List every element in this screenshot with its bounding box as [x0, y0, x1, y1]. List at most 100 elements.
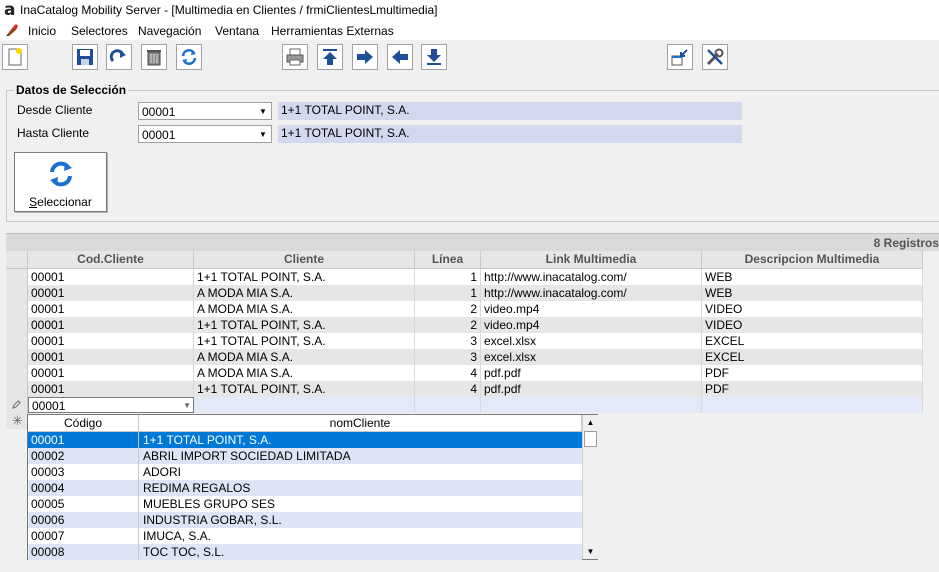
dropdown-scrollbar[interactable]: ▲ ▼: [582, 415, 598, 559]
cell-cod-cliente[interactable]: 00001: [28, 317, 194, 333]
cell-linea[interactable]: 4: [415, 365, 481, 381]
cell-linea[interactable]: 3: [415, 333, 481, 349]
row-selector[interactable]: [6, 301, 28, 317]
cell-cod-cliente[interactable]: 00001: [28, 349, 194, 365]
cell[interactable]: [194, 397, 415, 413]
dropdown-item[interactable]: 00005 MUEBLES GRUPO SES: [28, 496, 582, 512]
col-cod-cliente[interactable]: Cod.Cliente: [28, 251, 194, 269]
row-selector[interactable]: [6, 285, 28, 301]
cell-descripcion-multimedia[interactable]: WEB: [702, 269, 923, 285]
menu-selectores[interactable]: Selectores: [71, 24, 128, 38]
chevron-down-icon[interactable]: ▼: [183, 398, 191, 412]
new-button[interactable]: [2, 44, 28, 70]
cell-linea[interactable]: 2: [415, 317, 481, 333]
edit-row[interactable]: 00001 ▼: [6, 397, 923, 413]
cell-cliente[interactable]: A MODA MIA S.A.: [194, 349, 415, 365]
cell-link-multimedia[interactable]: excel.xlsx: [481, 349, 702, 365]
cell-cod-cliente[interactable]: 00001: [28, 301, 194, 317]
window-arrange-button[interactable]: [667, 44, 693, 70]
scroll-up-icon[interactable]: ▲: [583, 415, 598, 430]
table-row[interactable]: 00001 1+1 TOTAL POINT, S.A. 3 excel.xlsx EXC…: [6, 333, 923, 349]
redo-button[interactable]: [106, 44, 132, 70]
print-button[interactable]: [282, 44, 308, 70]
row-selector[interactable]: [6, 317, 28, 333]
dropdown-item[interactable]: 00003 ADORI: [28, 464, 582, 480]
save-button[interactable]: [72, 44, 98, 70]
first-record-button[interactable]: [317, 44, 343, 70]
cell-link-multimedia[interactable]: excel.xlsx: [481, 333, 702, 349]
previous-record-button[interactable]: [387, 44, 413, 70]
cell-link-multimedia[interactable]: pdf.pdf: [481, 381, 702, 397]
cell-descripcion-multimedia[interactable]: VIDEO: [702, 317, 923, 333]
dropdown-item[interactable]: 00002 ABRIL IMPORT SOCIEDAD LIMITADA: [28, 448, 582, 464]
cell-descripcion-multimedia[interactable]: VIDEO: [702, 301, 923, 317]
cell-cliente[interactable]: 1+1 TOTAL POINT, S.A.: [194, 333, 415, 349]
cell-link-multimedia[interactable]: http://www.inacatalog.com/: [481, 285, 702, 301]
cell[interactable]: [481, 397, 702, 413]
table-row[interactable]: 00001 A MODA MIA S.A. 1 http://www.inacatal…: [6, 285, 923, 301]
edit-cod-cliente-input[interactable]: 00001 ▼: [28, 397, 194, 413]
tools-button[interactable]: [702, 44, 728, 70]
dropdown-item[interactable]: 00007 IMUCA, S.A.: [28, 528, 582, 544]
col-link-multimedia[interactable]: Link Multimedia: [481, 251, 702, 269]
table-row[interactable]: 00001 A MODA MIA S.A. 2 video.mp4 VIDEO: [6, 301, 923, 317]
cell[interactable]: [415, 397, 481, 413]
scroll-thumb[interactable]: [584, 431, 597, 447]
cell-cod-cliente[interactable]: 00001: [28, 333, 194, 349]
row-selector[interactable]: [6, 381, 28, 397]
row-selector[interactable]: [6, 365, 28, 381]
dropdown-item[interactable]: 00008 TOC TOC, S.L.: [28, 544, 582, 560]
dropdown-item-selected[interactable]: 00001 1+1 TOTAL POINT, S.A.: [28, 432, 582, 448]
cell-cliente[interactable]: 1+1 TOTAL POINT, S.A.: [194, 381, 415, 397]
col-descripcion-multimedia[interactable]: Descripcion Multimedia: [702, 251, 923, 269]
delete-button[interactable]: [141, 44, 167, 70]
cell-cod-cliente[interactable]: 00001: [28, 365, 194, 381]
cell-link-multimedia[interactable]: video.mp4: [481, 317, 702, 333]
next-record-button[interactable]: [352, 44, 378, 70]
table-row[interactable]: 00001 A MODA MIA S.A. 4 pdf.pdf PDF: [6, 365, 923, 381]
cell-descripcion-multimedia[interactable]: PDF: [702, 365, 923, 381]
chevron-down-icon[interactable]: ▼: [255, 103, 271, 119]
cell-descripcion-multimedia[interactable]: PDF: [702, 381, 923, 397]
cell-cliente[interactable]: 1+1 TOTAL POINT, S.A.: [194, 269, 415, 285]
row-selector[interactable]: [6, 269, 28, 285]
table-row[interactable]: 00001 1+1 TOTAL POINT, S.A. 4 pdf.pdf PDF: [6, 381, 923, 397]
chevron-down-icon[interactable]: ▼: [255, 126, 271, 142]
refresh-button[interactable]: [176, 44, 202, 70]
desde-cliente-combo[interactable]: 00001 ▼: [138, 102, 272, 120]
menu-navegacion[interactable]: Navegación: [138, 24, 201, 38]
cell-cliente[interactable]: A MODA MIA S.A.: [194, 301, 415, 317]
cell-link-multimedia[interactable]: video.mp4: [481, 301, 702, 317]
table-row[interactable]: 00001 1+1 TOTAL POINT, S.A. 2 video.mp4 VIDE…: [6, 317, 923, 333]
dropdown-item[interactable]: 00004 REDIMA REGALOS: [28, 480, 582, 496]
cliente-dropdown-list[interactable]: Código nomCliente 00001 1+1 TOTAL POINT, …: [27, 414, 598, 560]
paint-brush-icon[interactable]: [4, 22, 20, 38]
row-selector[interactable]: [6, 349, 28, 365]
dropdown-item[interactable]: 00006 INDUSTRIA GOBAR, S.L.: [28, 512, 582, 528]
cell-cliente[interactable]: 1+1 TOTAL POINT, S.A.: [194, 317, 415, 333]
cell-linea[interactable]: 1: [415, 269, 481, 285]
cell-linea[interactable]: 4: [415, 381, 481, 397]
hasta-cliente-combo[interactable]: 00001 ▼: [138, 125, 272, 143]
menu-ventana[interactable]: Ventana: [215, 24, 259, 38]
cell-descripcion-multimedia[interactable]: EXCEL: [702, 333, 923, 349]
cell-cliente[interactable]: A MODA MIA S.A.: [194, 285, 415, 301]
seleccionar-button[interactable]: Seleccionar: [14, 152, 107, 212]
cell-linea[interactable]: 3: [415, 349, 481, 365]
scroll-down-icon[interactable]: ▼: [583, 544, 598, 559]
cell-linea[interactable]: 1: [415, 285, 481, 301]
table-row[interactable]: 00001 1+1 TOTAL POINT, S.A. 1 http://www.in…: [6, 269, 923, 285]
cell-descripcion-multimedia[interactable]: EXCEL: [702, 349, 923, 365]
last-record-button[interactable]: [421, 44, 447, 70]
menu-inicio[interactable]: Inicio: [28, 24, 56, 38]
cell-link-multimedia[interactable]: pdf.pdf: [481, 365, 702, 381]
cell[interactable]: [702, 397, 923, 413]
cell-cod-cliente[interactable]: 00001: [28, 381, 194, 397]
cell-descripcion-multimedia[interactable]: WEB: [702, 285, 923, 301]
col-linea[interactable]: Línea: [415, 251, 481, 269]
cell-cod-cliente[interactable]: 00001: [28, 285, 194, 301]
cell-link-multimedia[interactable]: http://www.inacatalog.com/: [481, 269, 702, 285]
col-cliente[interactable]: Cliente: [194, 251, 415, 269]
cell-cliente[interactable]: A MODA MIA S.A.: [194, 365, 415, 381]
table-row[interactable]: 00001 A MODA MIA S.A. 3 excel.xlsx EXCEL: [6, 349, 923, 365]
